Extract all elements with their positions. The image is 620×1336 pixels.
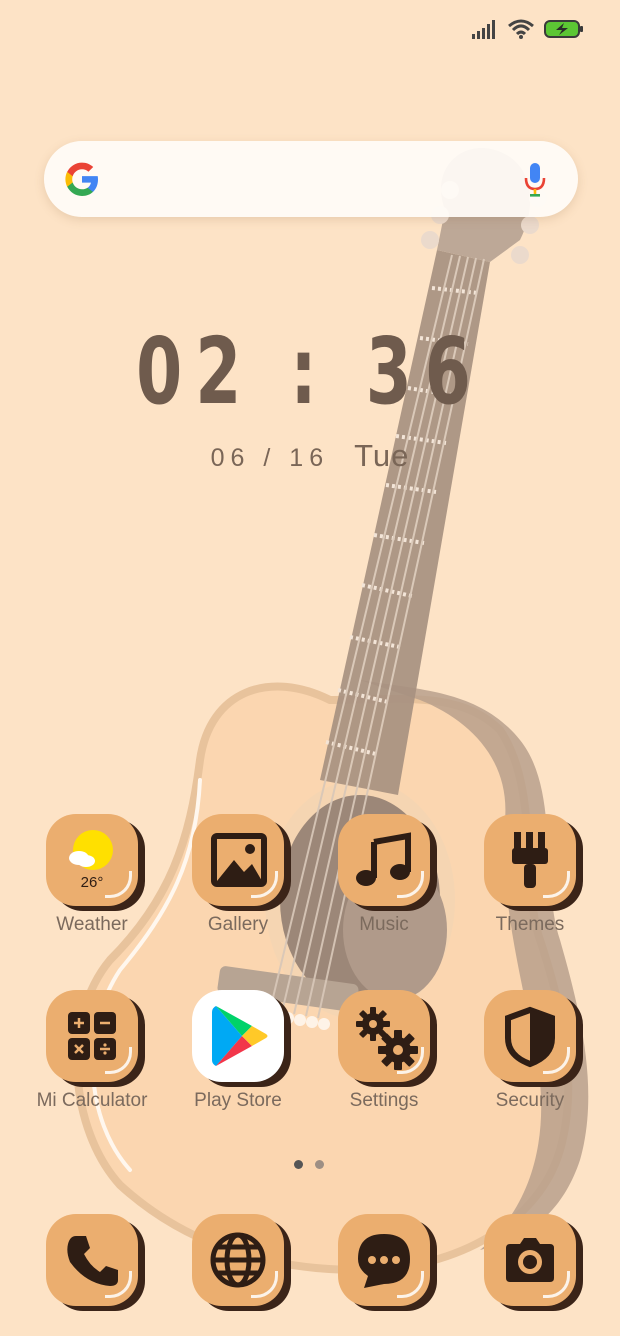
app-label: Security bbox=[495, 1090, 565, 1111]
app-themes[interactable]: Themes bbox=[458, 814, 602, 936]
music-note-icon[interactable] bbox=[338, 814, 430, 906]
mic-icon[interactable] bbox=[522, 161, 548, 199]
weather-icon[interactable]: 26° bbox=[46, 814, 138, 906]
calculator-icon[interactable] bbox=[46, 990, 138, 1082]
phone-icon[interactable] bbox=[46, 1214, 138, 1306]
wifi-icon bbox=[508, 19, 534, 39]
gears-icon[interactable] bbox=[338, 990, 430, 1082]
browser-globe-icon[interactable] bbox=[192, 1214, 284, 1306]
weather-temperature: 26° bbox=[80, 874, 104, 891]
status-bar bbox=[472, 14, 584, 44]
messages-icon[interactable] bbox=[338, 1214, 430, 1306]
app-weather[interactable]: 26° Weather bbox=[20, 814, 164, 936]
app-label: Gallery bbox=[207, 914, 269, 935]
app-label: Music bbox=[359, 914, 409, 935]
app-gallery[interactable]: Gallery bbox=[166, 814, 310, 936]
dock-camera[interactable] bbox=[458, 1214, 602, 1306]
app-music[interactable]: Music bbox=[312, 814, 456, 936]
signal-bars-icon bbox=[472, 20, 495, 39]
app-settings[interactable]: Settings bbox=[312, 990, 456, 1112]
app-label: Themes bbox=[495, 914, 565, 935]
google-search-bar[interactable] bbox=[44, 141, 578, 217]
app-label: Play Store bbox=[194, 1090, 282, 1111]
page-dot-2[interactable] bbox=[315, 1160, 324, 1169]
shield-icon[interactable] bbox=[484, 990, 576, 1082]
camera-icon[interactable] bbox=[484, 1214, 576, 1306]
app-play-store[interactable]: Play Store bbox=[166, 990, 310, 1112]
battery-charging-icon bbox=[544, 20, 583, 38]
play-store-icon[interactable] bbox=[192, 990, 284, 1082]
clock-date: 06 / 16 Tue bbox=[0, 438, 620, 474]
page-dot-1[interactable] bbox=[294, 1160, 303, 1169]
google-g-icon bbox=[65, 162, 98, 196]
app-label: Weather bbox=[56, 914, 128, 935]
app-mi-calculator[interactable]: Mi Calculator bbox=[20, 990, 164, 1112]
app-security[interactable]: Security bbox=[458, 990, 602, 1112]
clock-time[interactable]: 02 : 36 bbox=[87, 318, 533, 425]
page-indicator[interactable] bbox=[294, 1160, 334, 1170]
app-label: Mi Calculator bbox=[36, 1090, 148, 1111]
date-value: 06 / 16 bbox=[210, 444, 330, 472]
paintbrush-icon[interactable] bbox=[484, 814, 576, 906]
dock-phone[interactable] bbox=[20, 1214, 164, 1306]
dock-browser[interactable] bbox=[166, 1214, 310, 1306]
dock-messages[interactable] bbox=[312, 1214, 456, 1306]
gallery-icon[interactable] bbox=[192, 814, 284, 906]
app-label: Settings bbox=[349, 1090, 419, 1111]
weekday: Tue bbox=[354, 438, 410, 473]
